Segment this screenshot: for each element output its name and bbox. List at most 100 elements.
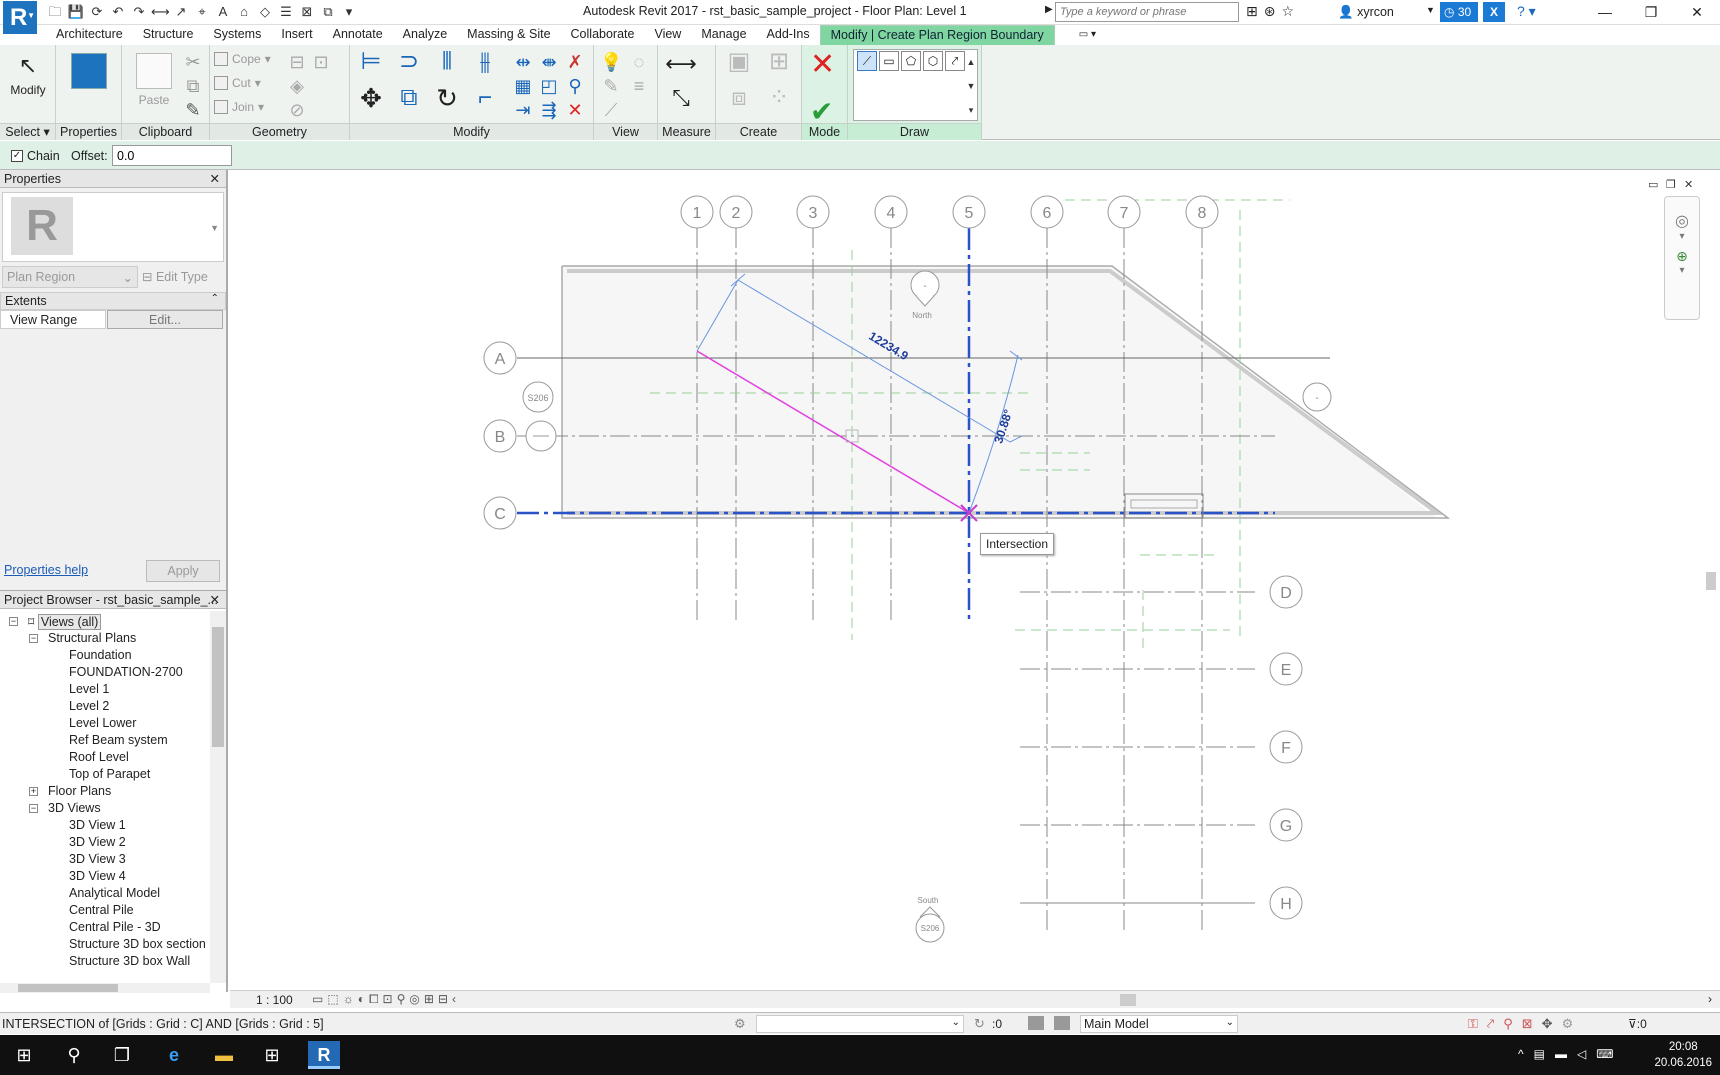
unpin-icon[interactable]: ✗ xyxy=(564,51,586,73)
match-properties-icon[interactable]: ✎ xyxy=(182,99,204,121)
browser-vertical-scrollbar[interactable] xyxy=(210,611,226,983)
hide-icon[interactable]: 💡 xyxy=(600,51,622,73)
background-process-icon[interactable]: ⚙ xyxy=(1562,1016,1574,1032)
tree-item[interactable]: FOUNDATION-2700 xyxy=(69,665,183,679)
grid-bubble-label[interactable]: E xyxy=(1281,662,1292,679)
floor-plan-canvas[interactable]: 12234.9 30.88° 1 2 3 4 5 6 7 8 A B C D E… xyxy=(230,170,1720,990)
tab-structure[interactable]: Structure xyxy=(133,25,204,45)
measure-icon[interactable]: ⟷ xyxy=(151,3,170,21)
split-gap-icon[interactable]: ⇼ xyxy=(538,51,560,73)
task-view-icon[interactable]: ❐ xyxy=(108,1041,136,1069)
tree-group-3d-views[interactable]: −3D Views xyxy=(29,801,101,815)
close-icon[interactable]: ✕ xyxy=(210,171,220,186)
tree-group-floor-plans[interactable]: + Floor Plans xyxy=(29,784,111,798)
file-explorer-icon[interactable]: ▬ xyxy=(210,1041,238,1069)
linework-icon[interactable]: ⟋ xyxy=(600,99,622,121)
sun-path-icon[interactable]: ☼ xyxy=(343,992,354,1007)
help-icon[interactable]: ? ▾ xyxy=(1517,3,1536,20)
offset-field[interactable] xyxy=(112,145,232,166)
create-parts-icon[interactable]: ⧈ xyxy=(724,86,754,117)
search-icon[interactable]: ⚲ xyxy=(60,1041,88,1069)
view-restore-icon[interactable]: ❐ xyxy=(1666,178,1676,191)
trim-extend-corner-icon[interactable]: ⌐ xyxy=(470,86,500,117)
grid-bubble-label[interactable]: 7 xyxy=(1120,205,1129,222)
scroll-left-icon[interactable]: ‹ xyxy=(452,992,456,1007)
paste-button[interactable]: Paste xyxy=(136,53,172,107)
tab-insert[interactable]: Insert xyxy=(271,25,322,45)
thin-lines-icon[interactable]: ☰ xyxy=(277,3,295,21)
browser-horizontal-scrollbar[interactable] xyxy=(0,983,210,993)
view-close-icon[interactable]: ✕ xyxy=(1684,178,1693,191)
circumscribed-polygon-icon[interactable]: ⬡ xyxy=(923,51,943,71)
close-icon[interactable]: ✕ xyxy=(210,592,220,607)
override-graphics-icon[interactable]: ✎ xyxy=(600,75,622,97)
windows-start-icon[interactable]: ⊞ xyxy=(10,1041,38,1069)
text-icon[interactable]: A xyxy=(214,3,232,21)
tab-manage[interactable]: Manage xyxy=(691,25,756,45)
type-selector[interactable]: R ▼ xyxy=(2,192,224,262)
create-assembly-icon[interactable]: ▣ xyxy=(724,50,754,81)
create-similar-icon[interactable]: ⁘ xyxy=(764,86,794,117)
steering-wheel-icon[interactable]: ◎ xyxy=(1665,211,1699,231)
select-by-face-icon[interactable]: ⊠ xyxy=(1522,1016,1533,1032)
dimension-icon[interactable]: ↗ xyxy=(172,3,190,21)
show-crop-icon[interactable]: ⊡ xyxy=(383,992,393,1007)
grid-bubble-label[interactable]: 1 xyxy=(693,205,702,222)
tree-item[interactable]: Structure 3D box Wall xyxy=(69,954,190,968)
properties-button[interactable] xyxy=(71,53,107,93)
chevron-down-icon[interactable]: ▾ xyxy=(1665,231,1699,242)
search-input[interactable] xyxy=(1055,2,1239,22)
mirror-pick-axis-icon[interactable]: ⫴ xyxy=(432,50,462,81)
close-icon[interactable]: ✕ xyxy=(1674,0,1720,24)
scroll-right-icon[interactable]: › xyxy=(1708,992,1712,1006)
redo-icon[interactable]: ↷ xyxy=(130,3,148,21)
tree-item[interactable]: Level 2 xyxy=(69,699,109,713)
split-face-icon[interactable]: ⊡ xyxy=(310,51,332,73)
view-range-edit-button[interactable]: Edit... xyxy=(107,310,223,329)
grid-bubble-label[interactable]: 6 xyxy=(1043,205,1052,222)
grid-bubble-label[interactable]: G xyxy=(1280,818,1292,835)
scroll-thumb[interactable] xyxy=(212,627,224,747)
pin-icon[interactable]: ⚲ xyxy=(564,75,586,97)
close-hidden-icon[interactable]: ⊠ xyxy=(298,3,316,21)
undo-icon[interactable]: ↶ xyxy=(109,3,127,21)
switch-windows-icon[interactable]: ⧉ xyxy=(319,3,337,21)
collapse-icon[interactable]: − xyxy=(29,634,38,643)
create-group-icon[interactable]: ⊞ xyxy=(764,50,794,81)
tree-item[interactable]: Foundation xyxy=(69,648,132,662)
tree-item[interactable]: Level 1 xyxy=(69,682,109,696)
tag-icon[interactable]: ⌖ xyxy=(193,3,211,21)
tree-item[interactable]: 3D View 3 xyxy=(69,852,126,866)
tree-item[interactable]: Top of Parapet xyxy=(69,767,150,781)
tab-collaborate[interactable]: Collaborate xyxy=(561,25,645,45)
active-model-selector[interactable]: Main Model ⌄ xyxy=(1080,1015,1238,1033)
tree-item[interactable]: Ref Beam system xyxy=(69,733,168,747)
gallery-up-icon[interactable]: ▲ xyxy=(960,51,982,73)
tab-view[interactable]: View xyxy=(644,25,691,45)
grid-bubble-label[interactable]: 8 xyxy=(1198,205,1207,222)
tray-expand-icon[interactable]: ^ xyxy=(1518,1047,1524,1061)
join-button[interactable]: Join ▾ xyxy=(214,100,264,114)
instance-filter-dropdown[interactable]: Plan Region ⌄ xyxy=(2,266,138,288)
grid-bubble-label[interactable]: H xyxy=(1280,896,1292,913)
view-scale[interactable]: 1 : 100 xyxy=(256,993,293,1007)
tree-item[interactable]: Level Lower xyxy=(69,716,136,730)
gallery-down-icon[interactable]: ▼ xyxy=(960,75,982,97)
constraints-icon[interactable]: ⊟ xyxy=(438,992,448,1007)
tab-modify-create-plan-region[interactable]: Modify | Create Plan Region Boundary xyxy=(819,25,1055,45)
gallery-expand-icon[interactable]: ▾ xyxy=(960,99,982,121)
cope-button[interactable]: Cope ▾ xyxy=(214,52,271,66)
move-icon[interactable]: ✥ xyxy=(356,85,386,117)
rotate-icon[interactable]: ↻ xyxy=(432,85,462,117)
tree-item[interactable]: Central Pile xyxy=(69,903,134,917)
copy-element-icon[interactable]: ⧉ xyxy=(394,86,424,117)
remove-paint-icon[interactable]: ⊘ xyxy=(286,99,308,121)
inscribed-polygon-icon[interactable]: ⬠ xyxy=(901,51,921,71)
exchange-apps-icon[interactable]: X xyxy=(1483,2,1505,22)
scale-icon[interactable]: ◰ xyxy=(538,75,560,97)
tree-item[interactable]: Central Pile - 3D xyxy=(69,920,161,934)
revit-taskbar-icon[interactable]: R xyxy=(308,1041,340,1069)
tab-systems[interactable]: Systems xyxy=(203,25,271,45)
rectangle-tool-icon[interactable]: ▭ xyxy=(879,51,899,71)
filter-control[interactable]: ⊽:0 xyxy=(1628,1017,1647,1031)
